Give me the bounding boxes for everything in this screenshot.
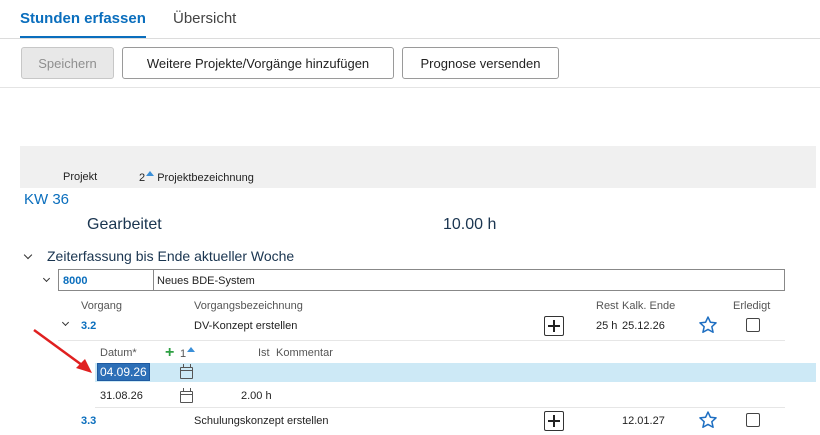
collapse-project-icon[interactable] — [42, 274, 51, 283]
vorgang-kalk-ende: 25.12.26 — [622, 320, 665, 332]
add-entry-button[interactable] — [544, 411, 564, 431]
sort-ascending-icon — [187, 347, 196, 352]
column-datum: Datum* — [100, 347, 137, 359]
add-date-icon[interactable]: + — [165, 345, 174, 361]
add-entry-button[interactable] — [544, 316, 564, 336]
calendar-icon[interactable] — [180, 364, 193, 379]
project-number-link[interactable]: 8000 — [63, 275, 87, 287]
add-projects-button[interactable]: Weitere Projekte/Vorgänge hinzufügen — [122, 47, 394, 79]
column-projektbezeichnung[interactable]: 2 Projektbezeichnung — [139, 171, 254, 184]
row-divider — [95, 407, 785, 408]
column-kalk-ende: Kalk. Ende — [622, 300, 676, 312]
toolbar-divider — [0, 87, 820, 88]
column-vorgangsbezeichnung: Vorgangsbezeichnung — [194, 300, 303, 312]
collapse-vorgang-icon[interactable] — [61, 318, 70, 327]
week-title: KW 36 — [24, 191, 70, 208]
sort-order-number: 2 — [139, 172, 146, 184]
tab-stunden-erfassen[interactable]: Stunden erfassen — [20, 10, 146, 39]
vorgang-name: DV-Konzept erstellen — [194, 320, 298, 332]
column-rest: Rest — [596, 300, 619, 312]
sort-ascending-icon — [146, 171, 155, 176]
favorite-star-icon[interactable] — [698, 315, 718, 335]
project-name: Neues BDE-System — [157, 275, 255, 287]
row-divider — [58, 340, 785, 341]
column-projekt[interactable]: Projekt — [63, 171, 97, 183]
column-ist: Ist — [258, 347, 270, 359]
section-title: Zeiterfassung bis Ende aktueller Woche — [47, 248, 295, 264]
entry-ist: 2.00 h — [241, 390, 272, 402]
entry-sort-indicator[interactable]: 1 — [180, 347, 196, 360]
save-button[interactable]: Speichern — [21, 47, 114, 79]
project-row-divider — [153, 270, 154, 290]
erledigt-checkbox[interactable] — [746, 413, 760, 427]
tab-uebersicht[interactable]: Übersicht — [173, 10, 236, 27]
entry-date: 31.08.26 — [100, 390, 143, 402]
calendar-icon[interactable] — [180, 388, 193, 403]
vorgang-kalk-ende: 12.01.27 — [622, 415, 665, 427]
favorite-star-icon[interactable] — [698, 410, 718, 430]
vorgang-rest: 25 h — [596, 320, 618, 332]
vorgang-name: Schulungskonzept erstellen — [194, 415, 329, 427]
selected-entry-row[interactable] — [95, 363, 816, 382]
annotation-arrow-icon — [33, 328, 92, 373]
collapse-section-icon[interactable] — [23, 250, 33, 260]
entry-sort-number: 1 — [180, 348, 187, 360]
column-projektbezeichnung-label: Projektbezeichnung — [157, 172, 254, 184]
column-erledigt: Erledigt — [733, 300, 771, 312]
erledigt-checkbox[interactable] — [746, 318, 760, 332]
worked-label: Gearbeitet — [87, 216, 162, 233]
worked-value: 10.00 h — [443, 216, 497, 233]
column-vorgang: Vorgang — [81, 300, 122, 312]
send-forecast-button[interactable]: Prognose versenden — [402, 47, 559, 79]
vorgang-id-link[interactable]: 3.3 — [81, 415, 96, 427]
tab-divider — [0, 38, 820, 39]
date-input[interactable]: 04.09.26 — [97, 363, 150, 381]
column-kommentar: Kommentar — [276, 347, 333, 359]
